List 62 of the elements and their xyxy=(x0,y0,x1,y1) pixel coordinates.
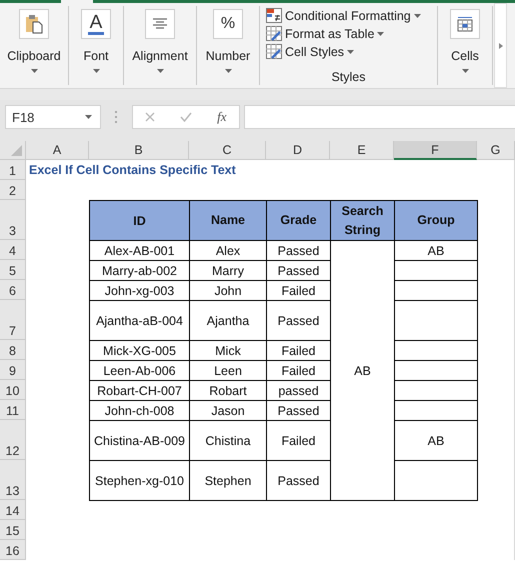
column-header[interactable]: E xyxy=(330,141,394,160)
ribbon-group-button[interactable]: Clipboard xyxy=(7,49,61,63)
ribbon-group-button[interactable]: Number xyxy=(206,49,250,63)
caret-icon xyxy=(377,32,384,36)
row-header[interactable]: 4 xyxy=(0,240,26,260)
row-header[interactable]: 1 xyxy=(0,160,26,180)
cells-icon xyxy=(457,16,473,32)
ribbon-command[interactable]: Conditional Formatting xyxy=(285,8,411,22)
header-cell: ID xyxy=(89,200,190,241)
formula-input[interactable] xyxy=(244,105,515,129)
ribbon-command[interactable]: Format as Table xyxy=(285,26,374,40)
row-header[interactable]: 13 xyxy=(0,460,26,500)
table-style-icon xyxy=(266,44,282,59)
row-header[interactable]: 8 xyxy=(0,340,26,360)
group-label: Styles xyxy=(331,70,366,85)
table-style-icon xyxy=(266,26,282,41)
column-header[interactable]: F xyxy=(394,141,477,160)
column-header[interactable]: A xyxy=(26,141,89,160)
row-header[interactable]: 14 xyxy=(0,500,26,520)
table-cell: Stephen-xg-010 xyxy=(89,460,190,501)
header-cell: Search String xyxy=(330,200,395,241)
row-header[interactable]: 15 xyxy=(0,520,26,540)
header-cell: Group xyxy=(394,200,478,241)
scroll-right-icon[interactable] xyxy=(498,42,502,48)
ribbon-group-button[interactable]: Font xyxy=(83,49,108,63)
row-header[interactable]: 3 xyxy=(0,200,26,240)
row-header[interactable]: 7 xyxy=(0,300,26,340)
row-header[interactable]: 11 xyxy=(0,400,26,420)
align-center-icon xyxy=(152,18,168,30)
caret-icon xyxy=(92,69,100,73)
caret-icon xyxy=(156,69,164,73)
caret-icon xyxy=(414,14,421,18)
cancel-icon[interactable] xyxy=(145,112,156,122)
caret-icon xyxy=(347,50,354,54)
ribbon-group-button[interactable]: Cells xyxy=(451,49,479,63)
name-box[interactable]: F18 xyxy=(5,105,101,129)
column-header[interactable]: C xyxy=(189,141,266,160)
select-all-button[interactable] xyxy=(0,141,26,160)
row-header[interactable]: 6 xyxy=(0,280,26,300)
row-header[interactable]: 10 xyxy=(0,380,26,400)
insert-function-button[interactable]: fx xyxy=(217,109,227,125)
row-header[interactable]: 12 xyxy=(0,420,26,460)
row-header[interactable]: 16 xyxy=(0,540,26,560)
column-header[interactable]: G xyxy=(477,141,515,160)
conditional-formatting-icon xyxy=(266,8,282,23)
row-header[interactable]: 5 xyxy=(0,260,26,280)
clipboard-icon xyxy=(25,14,43,34)
header-cell: Grade xyxy=(266,200,331,241)
caret-icon xyxy=(85,115,92,119)
caret-icon xyxy=(30,69,38,73)
header-cell: Name xyxy=(189,200,267,241)
check-icon[interactable] xyxy=(180,112,192,122)
row-header[interactable]: 9 xyxy=(0,360,26,380)
column-header[interactable]: D xyxy=(266,141,330,160)
sheet-title: Excel If Cell Contains Specific Text xyxy=(28,162,237,179)
row-header[interactable]: 2 xyxy=(0,180,26,200)
ribbon-group-button[interactable]: Alignment xyxy=(132,49,188,63)
caret-icon xyxy=(224,69,232,73)
percent-icon: % xyxy=(220,15,236,33)
ribbon-command[interactable]: Cell Styles xyxy=(285,44,344,58)
column-header[interactable]: B xyxy=(89,141,189,160)
caret-icon xyxy=(462,69,468,73)
